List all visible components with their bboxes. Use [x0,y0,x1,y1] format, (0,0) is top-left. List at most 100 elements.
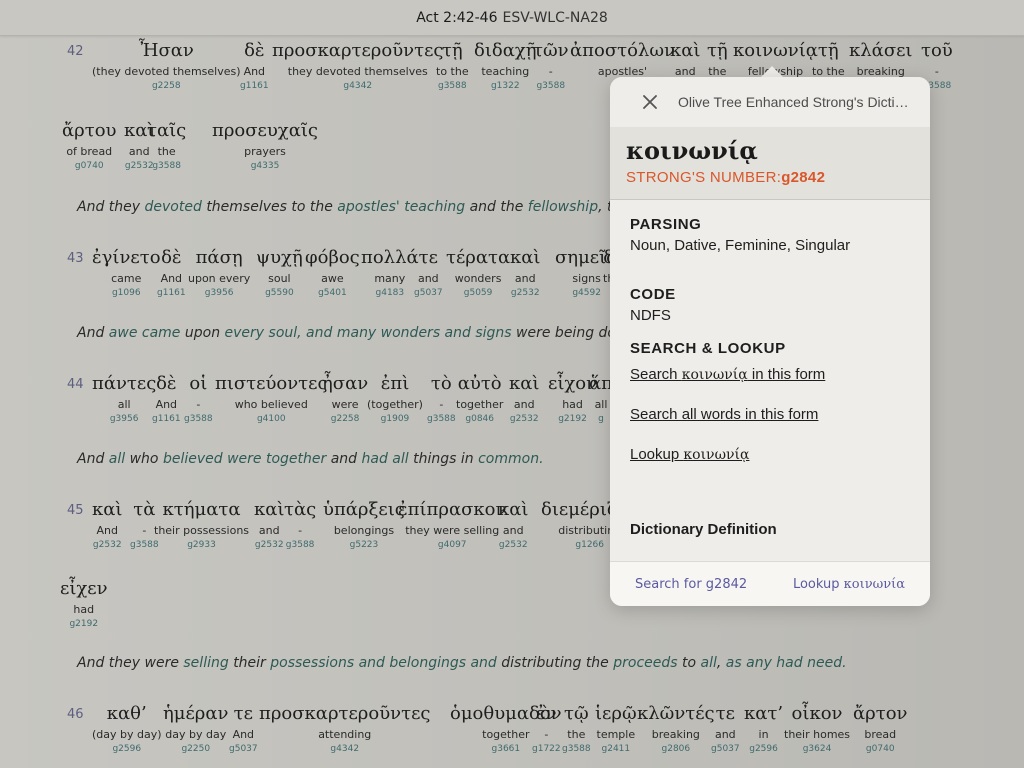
strongs-code[interactable]: g5037 [711,743,740,755]
strongs-code[interactable]: g5059 [446,287,510,299]
interlinear-word[interactable]: πιστεύοντες who believed g4100 [215,373,328,425]
interlinear-word[interactable]: ἦσαν were g2258 [322,373,368,425]
strongs-code[interactable]: g1161 [157,287,186,299]
greek-word[interactable]: καὶ [254,499,284,521]
strongs-code[interactable]: g2532 [92,539,122,551]
strongs-code[interactable]: g2596 [92,743,162,755]
tagged-phrase[interactable]: every soul, and many wonders and signs [225,325,517,341]
greek-word[interactable]: ἐπὶ [367,373,423,395]
greek-word[interactable]: καὶ [509,373,539,395]
verse-number[interactable]: 43 [67,251,84,266]
strongs-code[interactable]: g3588 [284,539,316,551]
interlinear-word[interactable]: διδαχῇ teaching g1322 [474,40,537,92]
greek-word[interactable]: διδαχῇ [474,40,537,62]
interlinear-word[interactable]: οἱ - g3588 [184,373,213,425]
lookup-word-link[interactable]: Lookup κοινωνίᾳ [630,446,930,463]
greek-word[interactable]: ἐπίπρασκον [398,499,506,521]
greek-word[interactable]: κοινωνίᾳ [733,40,818,62]
interlinear-word[interactable]: καθ’ (day by day) g2596 [92,703,162,755]
interlinear-word[interactable]: ἄρτον bread g0740 [853,703,907,755]
greek-word[interactable]: κτήματα [154,499,249,521]
strongs-code[interactable]: g1096 [92,287,161,299]
strongs-code[interactable]: g1909 [367,413,423,425]
strongs-code[interactable]: g2596 [744,743,783,755]
greek-word[interactable]: πιστεύοντες [215,373,328,395]
interlinear-word[interactable]: τὰς - g3588 [284,499,316,551]
greek-word[interactable]: καὶ [510,247,540,269]
strongs-code[interactable]: g1161 [240,80,269,92]
interlinear-word[interactable]: ἱερῷ temple g2411 [595,703,637,755]
interlinear-word[interactable]: δὲ And g1161 [157,247,186,299]
interlinear-word[interactable]: τῇ to the g3588 [436,40,469,92]
greek-word[interactable]: ἡμέραν [163,703,229,725]
strongs-code[interactable]: g3956 [92,413,156,425]
greek-word[interactable]: οἶκον [784,703,850,725]
verse-number[interactable]: 45 [67,503,84,518]
strongs-code[interactable]: g2532 [509,413,539,425]
interlinear-word[interactable]: καὶ and g2532 [509,373,539,425]
greek-word[interactable]: εἶχεν [60,578,108,600]
interlinear-word[interactable]: πάντες all g3956 [92,373,156,425]
verse-number[interactable]: 44 [67,377,84,392]
greek-word[interactable]: Ἦσαν [92,40,241,62]
greek-word[interactable]: κλάσει [849,40,912,62]
greek-word[interactable]: καὶ [92,499,122,521]
tagged-phrase[interactable]: fellowship [528,199,598,215]
tagged-phrase[interactable]: had all [362,451,414,467]
greek-word[interactable]: τοῦ [921,40,953,62]
strongs-code[interactable]: g2933 [154,539,249,551]
interlinear-word[interactable]: ψυχῇ soul g5590 [256,247,303,299]
strongs-code[interactable]: g0740 [853,743,907,755]
greek-word[interactable]: προσκαρτεροῦντες [272,40,443,62]
strongs-code[interactable]: g5590 [256,287,303,299]
interlinear-word[interactable]: ἡμέραν day by day g2250 [163,703,229,755]
greek-word[interactable]: προσευχαῖς [212,120,318,142]
strongs-code[interactable]: g3588 [184,413,213,425]
tagged-phrase[interactable]: all [701,655,717,671]
tagged-phrase[interactable]: believed were together [163,451,331,467]
greek-word[interactable]: κατ’ [744,703,783,725]
interlinear-word[interactable]: τῶν - g3588 [533,40,569,92]
greek-word[interactable]: τὸ [427,373,456,395]
search-strongs-button[interactable]: Search for g2842 [635,577,747,592]
interlinear-word[interactable]: αὐτὸ together g0846 [456,373,503,425]
strongs-code[interactable]: g0740 [62,160,116,172]
greek-word[interactable]: τῇ [812,40,845,62]
greek-word[interactable]: ταῖς [147,120,186,142]
greek-word[interactable]: ἐν [532,703,561,725]
interlinear-word[interactable]: τε and g5037 [711,703,740,755]
interlinear-word[interactable]: δὲ And g1161 [152,373,181,425]
greek-word[interactable]: τέρατα [446,247,510,269]
greek-word[interactable]: αὐτὸ [456,373,503,395]
verse-number[interactable]: 42 [67,44,84,59]
interlinear-word[interactable]: καὶ and g2532 [254,499,284,551]
tagged-phrase[interactable]: proceeds [613,655,682,671]
strongs-code[interactable]: g2532 [254,539,284,551]
interlinear-word[interactable]: προσκαρτεροῦντες attending g4342 [259,703,430,755]
interlinear-word[interactable]: δὲ And g1161 [240,40,269,92]
interlinear-word[interactable]: ἐπίπρασκον they were selling g4097 [398,499,506,551]
strongs-code[interactable]: g2258 [322,413,368,425]
tagged-phrase[interactable]: awe came [109,325,185,341]
greek-word[interactable]: πάσῃ [188,247,250,269]
greek-word[interactable]: τε [414,247,443,269]
interlinear-word[interactable]: κλῶντές breaking g2806 [637,703,715,755]
strongs-code[interactable]: g2411 [595,743,637,755]
strongs-code[interactable]: g2532 [498,539,528,551]
interlinear-word[interactable]: ὑπάρξεις belongings g5223 [323,499,405,551]
strongs-code[interactable]: g5037 [229,743,258,755]
strongs-code[interactable]: g5401 [305,287,360,299]
interlinear-word[interactable]: τὸ - g3588 [427,373,456,425]
strongs-code[interactable]: g3956 [188,287,250,299]
interlinear-word[interactable]: πολλά many g4183 [361,247,419,299]
interlinear-word[interactable]: καὶ And g2532 [92,499,122,551]
interlinear-word[interactable]: καὶ and g2532 [510,247,540,299]
greek-word[interactable]: τῷ [562,703,591,725]
greek-word[interactable]: ἐγίνετο [92,247,161,269]
tagged-phrase[interactable]: selling [183,655,233,671]
interlinear-word[interactable]: πάσῃ upon every g3956 [188,247,250,299]
strongs-code[interactable]: g5223 [323,539,405,551]
strongs-code[interactable]: g4342 [259,743,430,755]
strongs-code[interactable]: g0846 [456,413,503,425]
interlinear-word[interactable]: ἐπὶ (together) g1909 [367,373,423,425]
